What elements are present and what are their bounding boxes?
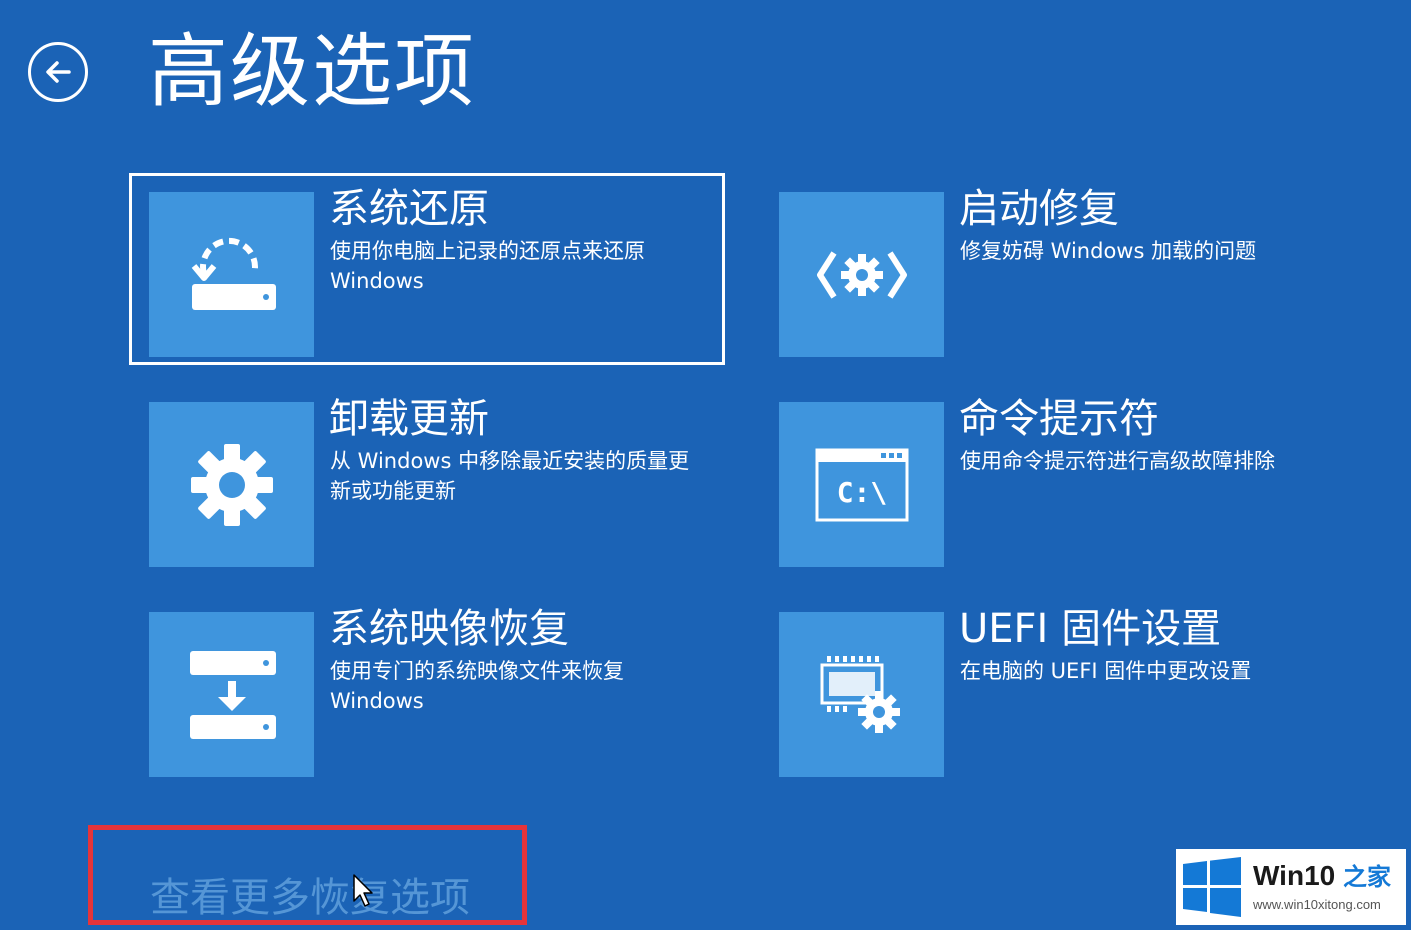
option-title: 系统还原 [329, 186, 489, 232]
icon-box [779, 192, 944, 357]
option-title: 系统映像恢复 [329, 606, 569, 652]
gear-icon [190, 443, 273, 526]
page-title: 高级选项 [148, 25, 476, 118]
option-description: 从 Windows 中移除最近安装的质量更新或功能更新 [330, 449, 690, 503]
option-description: 在电脑的 UEFI 固件中更改设置 [960, 659, 1252, 683]
windows-logo-icon [1183, 857, 1241, 917]
uefi-chip-icon [820, 655, 900, 733]
restore-icon [191, 237, 276, 310]
option-system-restore[interactable]: 系统还原 使用你电脑上记录的还原点来还原 Windows [129, 173, 725, 365]
option-startup-repair[interactable]: 启动修复 修复妨碍 Windows 加载的问题 [762, 176, 1352, 362]
command-prompt-icon: C:\ [815, 448, 908, 521]
option-title: 命令提示符 [959, 396, 1159, 442]
icon-box [149, 192, 314, 357]
highlight-box [88, 825, 527, 925]
option-system-image-recovery[interactable]: 系统映像恢复 使用专门的系统映像文件来恢复 Windows [132, 596, 722, 782]
watermark-brand: Win10 之家 [1253, 860, 1391, 891]
startup-repair-icon [816, 250, 907, 299]
option-description: 使用命令提示符进行高级故障排除 [960, 449, 1275, 473]
icon-box [779, 612, 944, 777]
command-prompt-icon-text: C:\ [836, 476, 887, 509]
watermark-url: www.win10xitong.com [1253, 897, 1381, 912]
icon-box: C:\ [779, 402, 944, 567]
option-description: 修复妨碍 Windows 加载的问题 [960, 239, 1257, 263]
icon-box [149, 402, 314, 567]
option-command-prompt[interactable]: C:\ 命令提示符 使用命令提示符进行高级故障排除 [762, 386, 1352, 572]
option-title: 启动修复 [959, 186, 1119, 232]
back-button[interactable] [28, 42, 88, 102]
image-recovery-icon [189, 650, 276, 739]
back-arrow-icon [46, 61, 71, 83]
option-description: 使用专门的系统映像文件来恢复 Windows [330, 659, 624, 713]
mouse-cursor-icon [353, 874, 373, 907]
option-title: 卸载更新 [329, 396, 489, 442]
option-description: 使用你电脑上记录的还原点来还原 Windows [330, 239, 645, 293]
option-title: UEFI 固件设置 [959, 606, 1222, 652]
option-uefi-settings[interactable]: UEFI 固件设置 在电脑的 UEFI 固件中更改设置 [762, 596, 1352, 782]
icon-box [149, 612, 314, 777]
option-uninstall-updates[interactable]: 卸载更新 从 Windows 中移除最近安装的质量更新或功能更新 [132, 386, 722, 572]
watermark: Win10 之家 www.win10xitong.com [1176, 849, 1406, 925]
